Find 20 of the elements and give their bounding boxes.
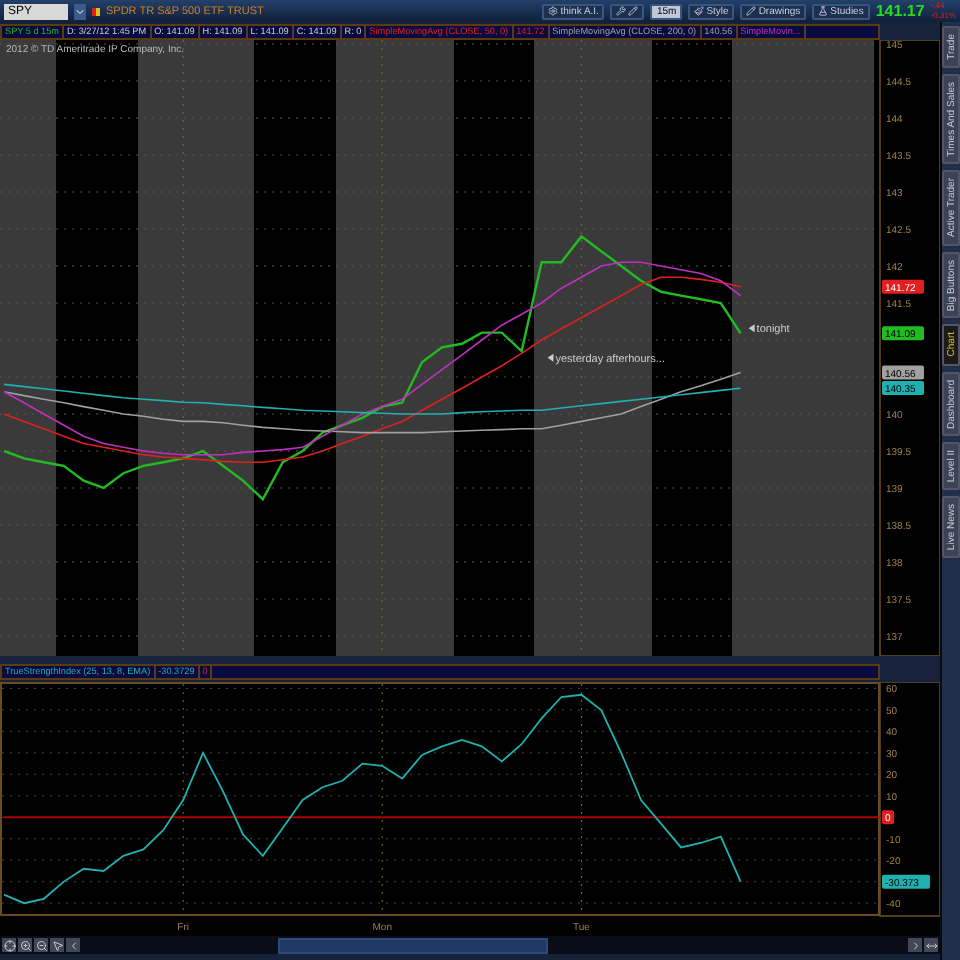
triangle-icon [748,324,755,333]
scroll-left-button[interactable] [66,938,80,952]
pencil-icon [746,6,757,16]
flask-icon [818,6,829,16]
flag-icon [92,7,100,15]
tool-button[interactable] [610,3,645,19]
scroll-right-button[interactable] [908,938,922,952]
brush-icon [694,6,705,16]
triangle-icon [547,353,554,362]
pencil-icon [628,6,639,16]
zoom-out-button[interactable] [34,938,48,952]
dropdown-button[interactable] [74,3,86,19]
expand-button[interactable] [924,938,938,952]
pointer-button[interactable] [50,938,64,952]
zoom-in-button[interactable] [18,938,32,952]
last-price: 141.17 [875,2,925,20]
settings-icon [548,6,559,16]
crosshair-button[interactable] [2,938,16,952]
wrench-icon [616,6,627,16]
scroll-thumb[interactable] [278,937,548,953]
